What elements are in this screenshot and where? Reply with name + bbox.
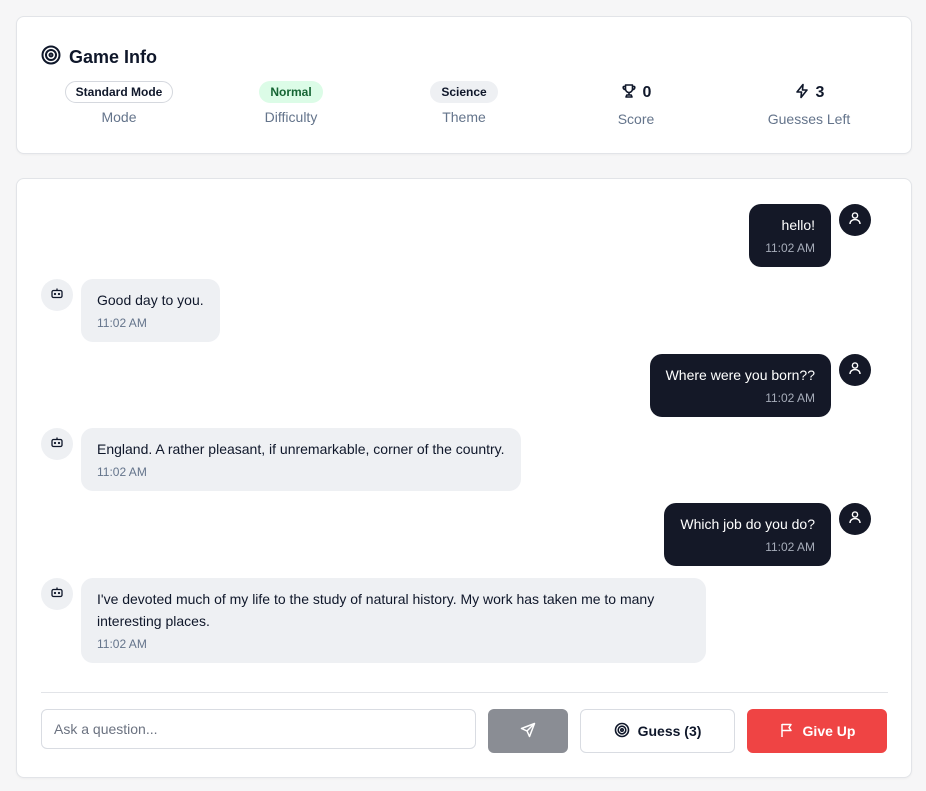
theme-label: Theme	[442, 109, 486, 125]
stat-score: 0 Score	[550, 81, 722, 127]
difficulty-label: Difficulty	[264, 109, 318, 125]
message-text: hello!	[781, 217, 815, 233]
message-text: Where were you born??	[665, 367, 815, 383]
stat-guesses-left: 3 Guesses Left	[723, 81, 895, 127]
guesses-left-value-row: 3	[794, 81, 825, 105]
message-time: 11:02 AM	[765, 241, 815, 255]
theme-badge: Science	[430, 81, 498, 103]
message-text: I've devoted much of my life to the stud…	[97, 591, 655, 629]
game-info-title: Game Info	[69, 47, 158, 67]
stat-difficulty: Normal Difficulty	[205, 81, 377, 125]
message-time: 11:02 AM	[97, 637, 147, 651]
message-time: 11:02 AM	[97, 316, 147, 330]
user-message: Which job do you do? 11:02 AM	[664, 503, 831, 566]
difficulty-badge: Normal	[259, 81, 323, 103]
user-icon	[848, 510, 862, 529]
trophy-icon	[621, 83, 637, 104]
send-button[interactable]	[488, 709, 568, 753]
bot-icon	[50, 585, 64, 604]
bot-message: England. A rather pleasant, if unremarka…	[81, 428, 521, 491]
score-label: Score	[617, 111, 655, 127]
message-time: 11:02 AM	[765, 391, 815, 405]
bot-message: Good day to you. 11:02 AM	[81, 279, 220, 342]
mode-badge: Standard Mode	[64, 81, 174, 103]
lightning-icon	[794, 83, 810, 104]
user-avatar	[839, 354, 871, 386]
guess-label: Guess (3)	[637, 723, 702, 739]
game-info-card: Game Info Standard Mode Mode Normal Diff…	[16, 16, 912, 154]
user-avatar	[839, 503, 871, 535]
guesses-left-value: 3	[815, 84, 825, 101]
question-input[interactable]	[41, 709, 476, 749]
message-time: 11:02 AM	[97, 465, 147, 479]
game-info-header: Game Info	[41, 45, 157, 70]
bot-icon	[50, 286, 64, 305]
bot-avatar	[41, 428, 73, 460]
bot-message: I've devoted much of my life to the stud…	[81, 578, 706, 663]
user-avatar	[839, 204, 871, 236]
user-message: hello! 11:02 AM	[749, 204, 831, 267]
composer-divider	[41, 692, 888, 693]
bot-icon	[50, 435, 64, 454]
chat-card: hello! 11:02 AM Good day to you. 11:02 A…	[16, 178, 912, 778]
target-icon	[41, 45, 61, 70]
send-icon	[520, 722, 536, 741]
score-value-row: 0	[621, 81, 652, 105]
guess-button[interactable]: Guess (3)	[580, 709, 735, 753]
score-value: 0	[642, 84, 652, 101]
message-time: 11:02 AM	[765, 540, 815, 554]
target-icon	[614, 722, 630, 741]
message-text: Good day to you.	[97, 292, 204, 308]
give-up-label: Give Up	[802, 723, 856, 739]
stat-theme: Science Theme	[378, 81, 550, 125]
give-up-button[interactable]: Give Up	[747, 709, 887, 753]
user-icon	[848, 361, 862, 380]
user-icon	[848, 211, 862, 230]
bot-avatar	[41, 578, 73, 610]
user-message: Where were you born?? 11:02 AM	[649, 354, 831, 417]
flag-icon	[779, 722, 795, 741]
stat-mode: Standard Mode Mode	[33, 81, 205, 125]
guesses-left-label: Guesses Left	[767, 111, 851, 127]
mode-label: Mode	[101, 109, 137, 125]
message-text: Which job do you do?	[680, 516, 815, 532]
bot-avatar	[41, 279, 73, 311]
message-text: England. A rather pleasant, if unremarka…	[97, 441, 505, 457]
